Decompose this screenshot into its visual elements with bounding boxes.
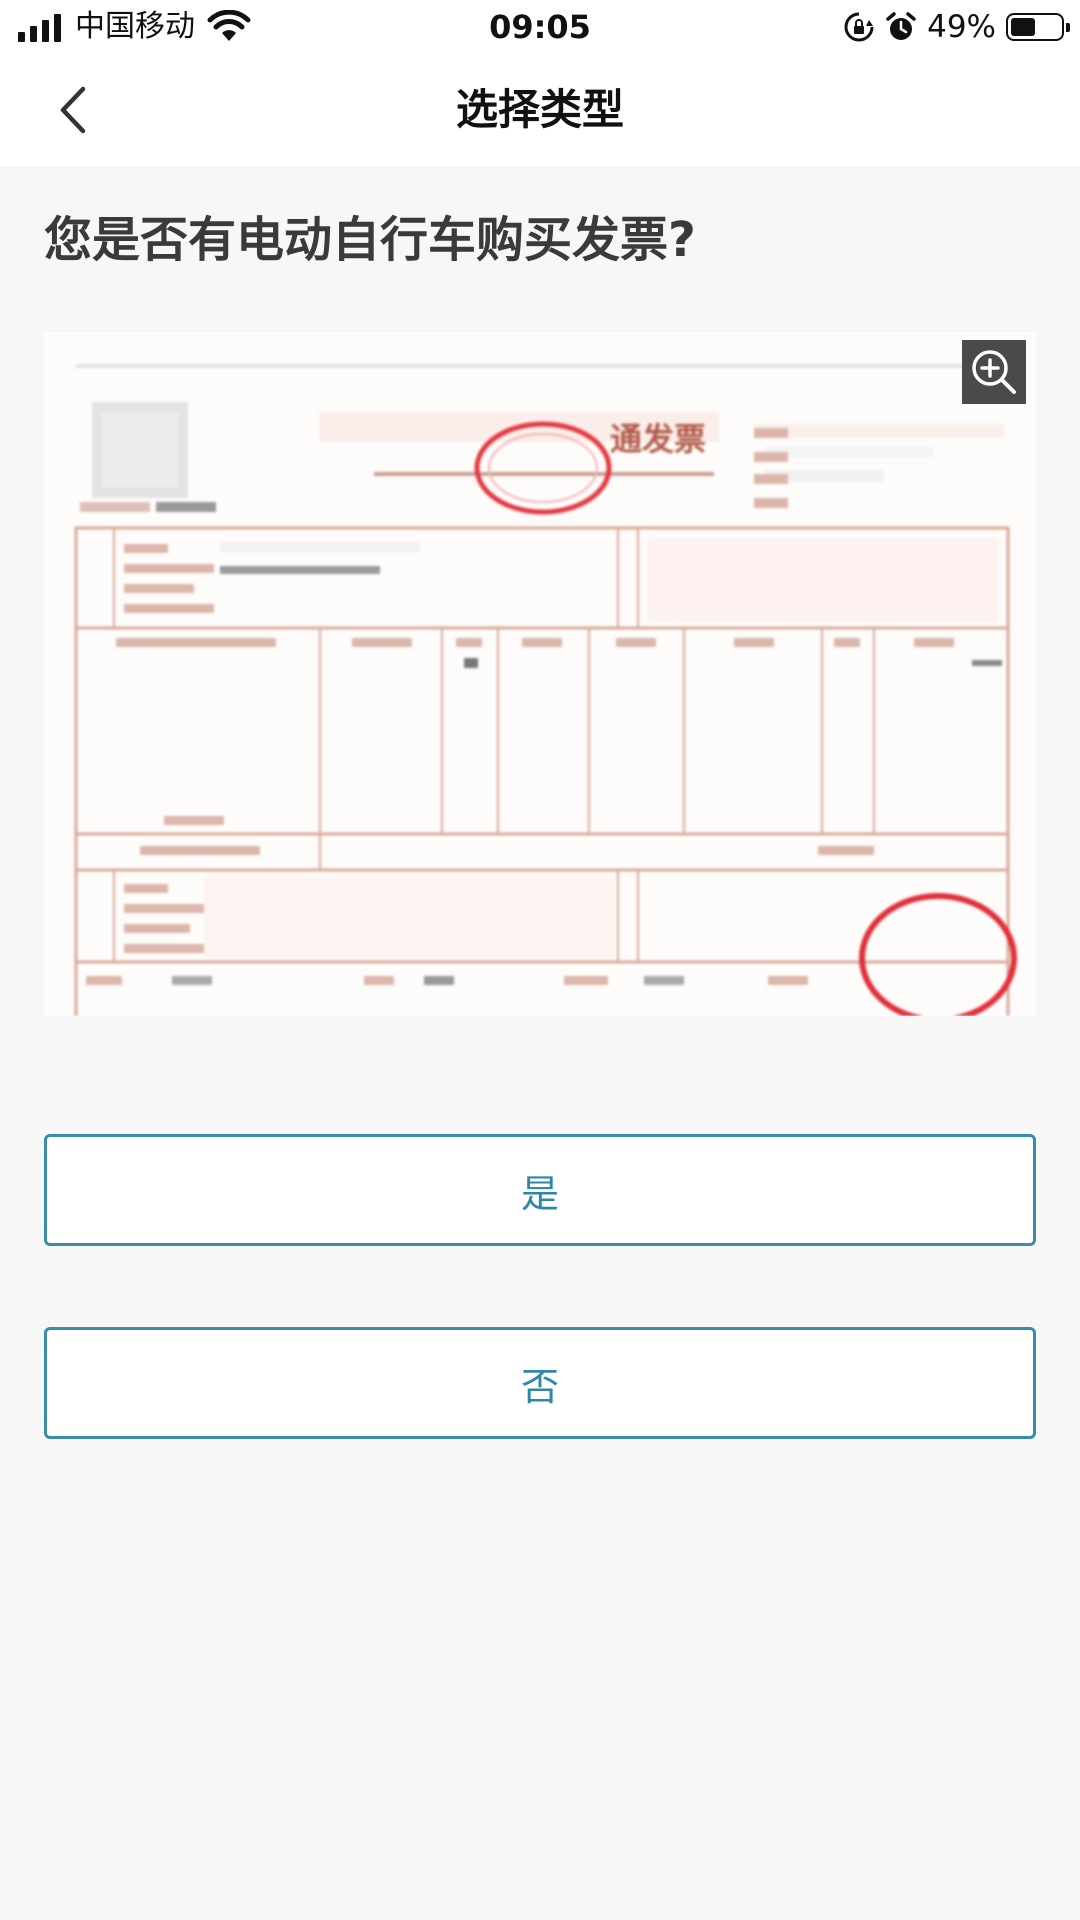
battery-level — [1011, 18, 1035, 36]
question-text: 您是否有电动自行车购买发票? — [44, 212, 696, 268]
invoice-sample-image[interactable]: 通发票 — [44, 332, 1036, 1016]
rotation-lock-icon — [844, 12, 874, 42]
invoice-title-fragment: 通发票 — [610, 420, 706, 458]
no-button[interactable]: 否 — [44, 1327, 1036, 1439]
status-bar: 中国移动 09:05 49% — [0, 0, 1080, 54]
yes-button[interactable]: 是 — [44, 1134, 1036, 1246]
page-title: 选择类型 — [455, 85, 624, 134]
battery-percent: 49% — [927, 9, 996, 45]
battery-icon — [1006, 13, 1070, 41]
status-right: 49% — [843, 8, 1070, 46]
zoom-in-button[interactable] — [962, 340, 1026, 404]
invoice-illustration: 通发票 — [44, 332, 1036, 1016]
zoom-in-icon — [972, 350, 1016, 394]
nav-bar: 选择类型 — [0, 54, 1080, 166]
alarm-icon — [886, 12, 916, 40]
